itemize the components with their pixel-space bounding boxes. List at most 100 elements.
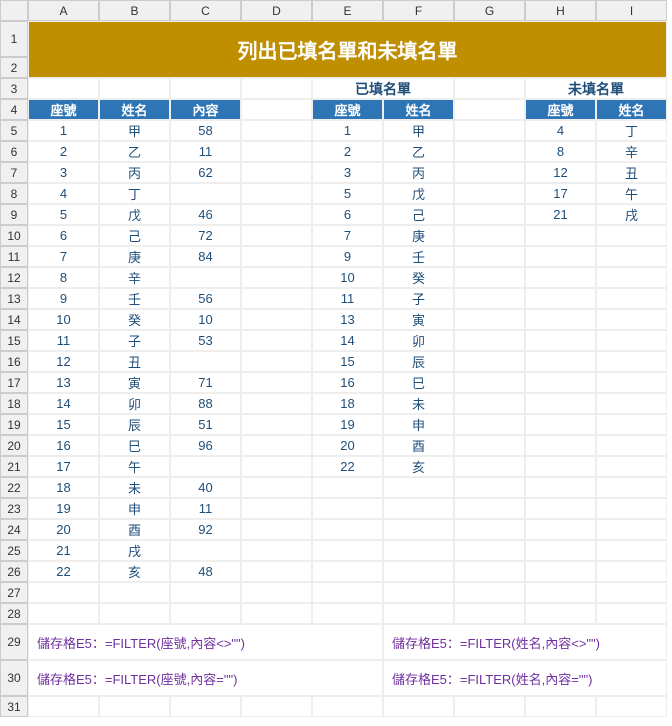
cell-name[interactable]: 庚 bbox=[383, 225, 454, 246]
cell-seat[interactable]: 20 bbox=[312, 435, 383, 456]
blank[interactable] bbox=[99, 582, 170, 603]
cell-seat[interactable]: 7 bbox=[28, 246, 99, 267]
blank[interactable] bbox=[454, 162, 525, 183]
blank[interactable] bbox=[596, 330, 667, 351]
cell-name[interactable]: 丑 bbox=[596, 162, 667, 183]
cell-seat[interactable]: 17 bbox=[525, 183, 596, 204]
cell-content[interactable]: 96 bbox=[170, 435, 241, 456]
blank[interactable] bbox=[241, 603, 312, 624]
row-header[interactable]: 31 bbox=[0, 696, 28, 717]
cell-seat[interactable]: 15 bbox=[312, 351, 383, 372]
col-header[interactable]: C bbox=[170, 0, 241, 21]
row-header[interactable]: 16 bbox=[0, 351, 28, 372]
row-header[interactable]: 13 bbox=[0, 288, 28, 309]
cell-content[interactable]: 84 bbox=[170, 246, 241, 267]
blank[interactable] bbox=[241, 696, 312, 717]
blank[interactable] bbox=[241, 456, 312, 477]
col-header[interactable]: H bbox=[525, 0, 596, 21]
spreadsheet[interactable]: ABCDEFGHI1234567891011121314151617181920… bbox=[0, 0, 672, 717]
blank[interactable] bbox=[454, 120, 525, 141]
blank[interactable] bbox=[241, 162, 312, 183]
row-header[interactable]: 6 bbox=[0, 141, 28, 162]
blank[interactable] bbox=[454, 696, 525, 717]
col-header[interactable]: A bbox=[28, 0, 99, 21]
cell-content[interactable]: 53 bbox=[170, 330, 241, 351]
blank[interactable] bbox=[99, 603, 170, 624]
blank[interactable] bbox=[383, 519, 454, 540]
cell-name[interactable]: 丙 bbox=[99, 162, 170, 183]
cell-seat[interactable]: 22 bbox=[312, 456, 383, 477]
row-header[interactable]: 29 bbox=[0, 624, 28, 660]
blank[interactable] bbox=[525, 456, 596, 477]
cell-seat[interactable]: 16 bbox=[312, 372, 383, 393]
cell-seat[interactable]: 22 bbox=[28, 561, 99, 582]
blank[interactable] bbox=[241, 78, 312, 99]
cell-name[interactable]: 甲 bbox=[383, 120, 454, 141]
cell-seat[interactable]: 3 bbox=[312, 162, 383, 183]
cell-seat[interactable]: 9 bbox=[312, 246, 383, 267]
blank[interactable] bbox=[454, 330, 525, 351]
cell-name[interactable]: 壬 bbox=[99, 288, 170, 309]
blank[interactable] bbox=[596, 372, 667, 393]
cell-seat[interactable]: 12 bbox=[525, 162, 596, 183]
cell-name[interactable]: 寅 bbox=[383, 309, 454, 330]
row-header[interactable]: 10 bbox=[0, 225, 28, 246]
cell-content[interactable]: 51 bbox=[170, 414, 241, 435]
cell-content[interactable]: 58 bbox=[170, 120, 241, 141]
blank[interactable] bbox=[170, 78, 241, 99]
blank[interactable] bbox=[383, 477, 454, 498]
blank[interactable] bbox=[454, 540, 525, 561]
row-header[interactable]: 23 bbox=[0, 498, 28, 519]
row-header[interactable]: 8 bbox=[0, 183, 28, 204]
blank[interactable] bbox=[170, 603, 241, 624]
blank[interactable] bbox=[454, 561, 525, 582]
blank[interactable] bbox=[241, 288, 312, 309]
blank[interactable] bbox=[312, 603, 383, 624]
cell-name[interactable]: 丁 bbox=[596, 120, 667, 141]
cell-name[interactable]: 丁 bbox=[99, 183, 170, 204]
col-header[interactable]: G bbox=[454, 0, 525, 21]
cell-seat[interactable]: 3 bbox=[28, 162, 99, 183]
blank[interactable] bbox=[170, 696, 241, 717]
cell-name[interactable]: 午 bbox=[596, 183, 667, 204]
blank[interactable] bbox=[525, 435, 596, 456]
col-header[interactable]: F bbox=[383, 0, 454, 21]
cell-seat[interactable]: 5 bbox=[28, 204, 99, 225]
row-header[interactable]: 20 bbox=[0, 435, 28, 456]
blank[interactable] bbox=[525, 393, 596, 414]
blank[interactable] bbox=[454, 141, 525, 162]
blank[interactable] bbox=[525, 603, 596, 624]
row-header[interactable]: 2 bbox=[0, 57, 28, 78]
blank[interactable] bbox=[241, 204, 312, 225]
cell-seat[interactable]: 12 bbox=[28, 351, 99, 372]
blank[interactable] bbox=[241, 351, 312, 372]
blank[interactable] bbox=[596, 498, 667, 519]
blank[interactable] bbox=[241, 267, 312, 288]
row-header[interactable]: 24 bbox=[0, 519, 28, 540]
blank[interactable] bbox=[596, 288, 667, 309]
blank[interactable] bbox=[596, 414, 667, 435]
blank[interactable] bbox=[241, 582, 312, 603]
cell-seat[interactable]: 15 bbox=[28, 414, 99, 435]
blank[interactable] bbox=[525, 696, 596, 717]
blank[interactable] bbox=[241, 99, 312, 120]
blank[interactable] bbox=[596, 393, 667, 414]
blank[interactable] bbox=[525, 414, 596, 435]
blank[interactable] bbox=[454, 225, 525, 246]
cell-seat[interactable]: 18 bbox=[28, 477, 99, 498]
cell-name[interactable]: 戊 bbox=[383, 183, 454, 204]
blank[interactable] bbox=[312, 696, 383, 717]
blank[interactable] bbox=[454, 288, 525, 309]
blank[interactable] bbox=[383, 561, 454, 582]
cell-name[interactable]: 辰 bbox=[99, 414, 170, 435]
row-header[interactable]: 1 bbox=[0, 21, 28, 57]
blank[interactable] bbox=[596, 519, 667, 540]
blank[interactable] bbox=[525, 288, 596, 309]
col-header[interactable]: I bbox=[596, 0, 667, 21]
cell-name[interactable]: 癸 bbox=[99, 309, 170, 330]
cell-content[interactable] bbox=[170, 267, 241, 288]
blank[interactable] bbox=[525, 519, 596, 540]
blank[interactable] bbox=[525, 351, 596, 372]
cell-name[interactable]: 己 bbox=[383, 204, 454, 225]
blank[interactable] bbox=[525, 477, 596, 498]
